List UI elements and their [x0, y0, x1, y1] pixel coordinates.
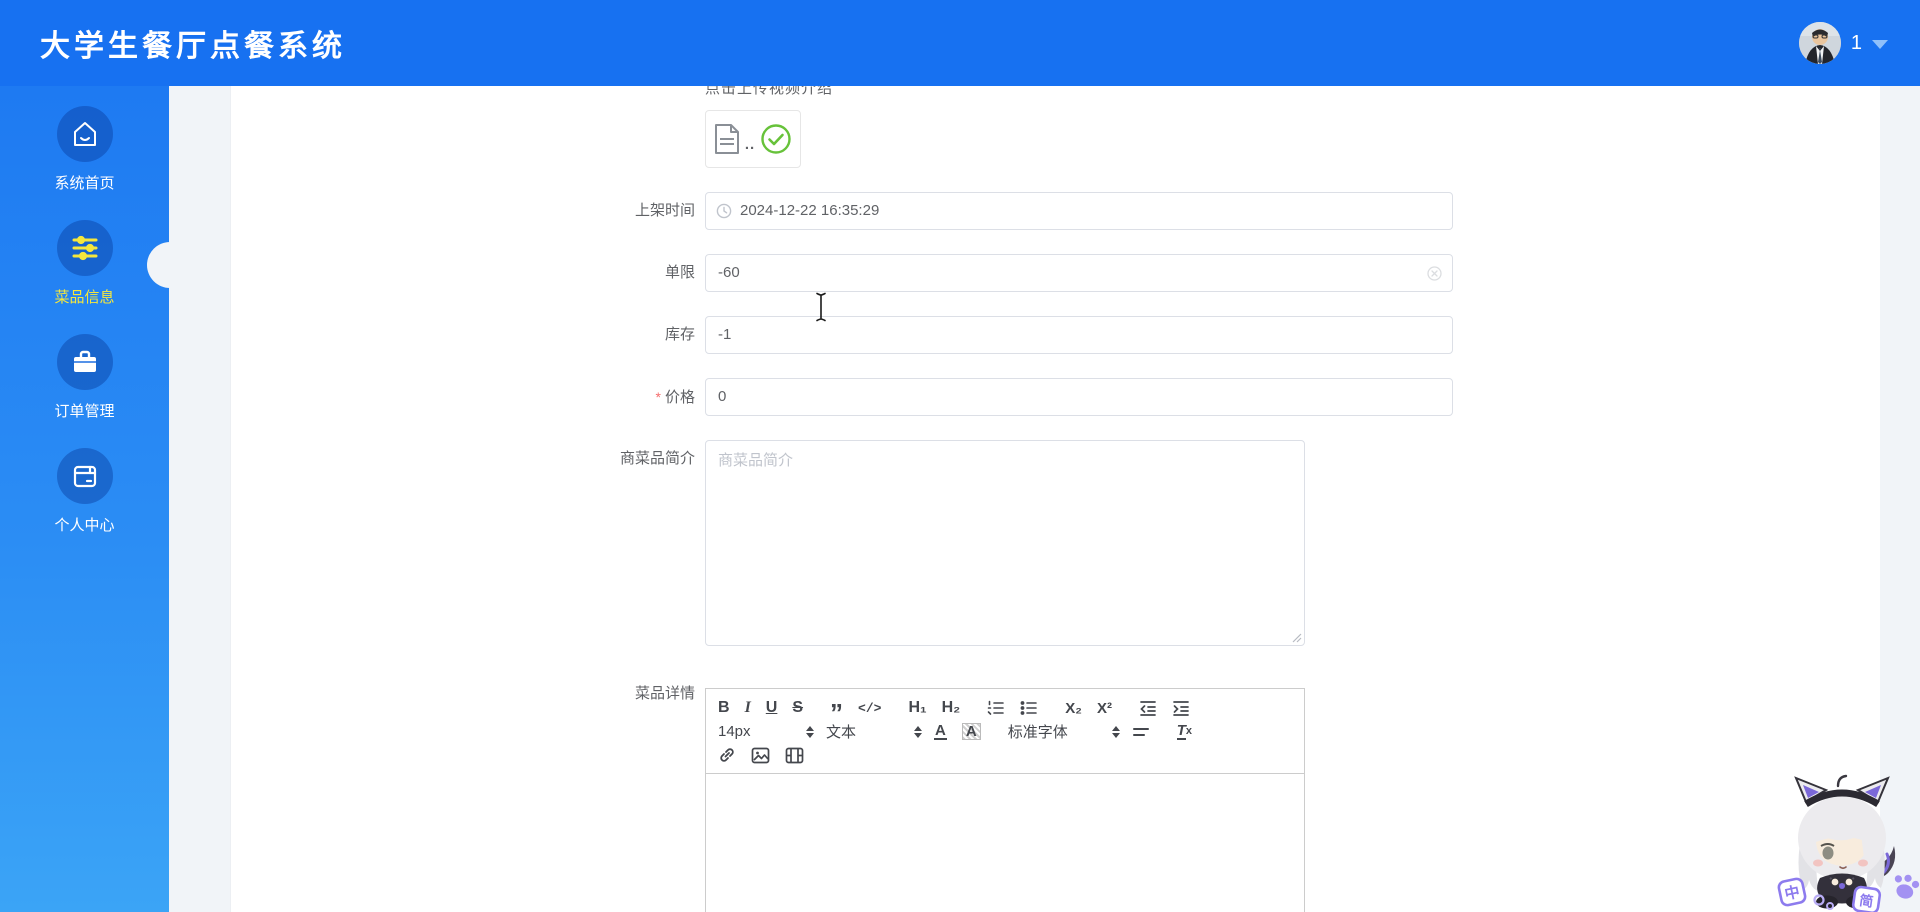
intro-textarea[interactable]: 商菜品简介	[705, 440, 1305, 646]
toolbar-row-1: B I U S ” </> H₁ H₂ X₂ X²	[718, 696, 1292, 726]
toolbar-row-3	[718, 744, 1292, 768]
updown-arrows-icon	[914, 725, 922, 738]
sidebar-item-home[interactable]: 系统首页	[0, 106, 169, 193]
price-input[interactable]: 0	[705, 378, 1453, 416]
toolbar-row-2: 14px 文本 A A 标准字体 T x	[718, 720, 1292, 744]
font-family-select[interactable]: 标准字体	[1008, 721, 1120, 742]
file-icon	[714, 124, 739, 154]
unit-limit-value: -60	[718, 264, 740, 281]
shelf-time-value: 2024-12-22 16:35:29	[740, 202, 880, 219]
mascot-sticker-zhong: 中	[1777, 877, 1807, 907]
underline-button[interactable]: U	[766, 700, 778, 716]
field-label-stock: 库存	[664, 326, 695, 343]
file-name-truncated: ..	[744, 135, 756, 153]
field-label-price: * 价格	[655, 389, 695, 406]
unit-limit-input[interactable]: -60	[705, 254, 1453, 292]
sidebar-item-label: 订单管理	[54, 403, 115, 420]
field-label-shelf-time: 上架时间	[634, 202, 695, 219]
clock-icon	[716, 203, 732, 219]
avatar[interactable]	[1798, 22, 1841, 64]
detail-editor: B I U S ” </> H₁ H₂ X₂ X² 14px 文本 A A 标准…	[705, 688, 1305, 912]
avatar-image	[1798, 22, 1841, 64]
superscript-button[interactable]: X²	[1097, 701, 1112, 716]
mascot-widget[interactable]: 中 简	[1770, 770, 1920, 912]
editor-toolbar: B I U S ” </> H₁ H₂ X₂ X² 14px 文本 A A 标准…	[705, 688, 1305, 774]
success-check-icon	[761, 124, 791, 154]
app-title: 大学生餐厅点餐系统	[40, 30, 346, 63]
field-label-unit-limit: 单限	[664, 264, 695, 281]
sidebar-item-dishes[interactable]: 菜品信息	[0, 220, 169, 307]
clear-format-button[interactable]: Tx	[1176, 723, 1192, 741]
shelf-time-input[interactable]: 2024-12-22 16:35:29	[705, 192, 1453, 230]
header-user-area[interactable]: 1	[1798, 0, 1888, 86]
italic-button[interactable]: I	[745, 700, 751, 716]
updown-arrows-icon	[806, 725, 814, 738]
editor-content-area[interactable]	[705, 774, 1305, 912]
text-cursor-pointer	[816, 292, 826, 322]
strikethrough-button[interactable]: S	[792, 700, 803, 716]
sidebar-item-orders[interactable]: 订单管理	[0, 334, 169, 421]
updown-arrows-icon	[1111, 725, 1120, 738]
svg-text:简: 简	[1858, 892, 1874, 910]
text-type-select[interactable]: 文本	[826, 721, 922, 742]
field-label-intro: 商菜品简介	[619, 450, 695, 467]
link-button[interactable]	[718, 746, 736, 764]
app-header: 大学生餐厅点餐系统 1	[0, 0, 1920, 86]
video-button[interactable]	[785, 747, 804, 764]
required-asterisk: *	[655, 389, 661, 405]
image-button[interactable]	[751, 747, 770, 764]
dish-edit-form: 点击上传视频介绍 .. 上架时间 2024-12-22 16:35:29 单限 …	[230, 86, 1880, 912]
field-label-detail: 菜品详情	[634, 685, 695, 702]
stock-value: -1	[718, 326, 732, 343]
ordered-list-button[interactable]	[987, 699, 1005, 717]
align-button[interactable]	[1132, 724, 1150, 740]
resize-grip-icon[interactable]	[1290, 631, 1302, 643]
bullet-list-button[interactable]	[1020, 699, 1038, 717]
clear-input-icon[interactable]	[1427, 266, 1442, 281]
intro-placeholder: 商菜品简介	[718, 452, 794, 469]
user-badge: 1	[1850, 31, 1862, 54]
font-size-select[interactable]: 14px	[718, 723, 814, 740]
subscript-button[interactable]: X₂	[1065, 701, 1082, 716]
background-color-button[interactable]: A	[961, 723, 981, 741]
mascot-sticker-jian: 简	[1851, 885, 1882, 912]
mascot-paw-icon	[1894, 874, 1920, 899]
chevron-down-icon[interactable]	[1872, 40, 1888, 49]
outdent-button[interactable]	[1139, 699, 1157, 717]
code-block-button[interactable]: </>	[858, 702, 881, 715]
home-icon	[56, 106, 113, 162]
sidebar-item-profile[interactable]: 个人中心	[0, 448, 169, 535]
video-upload-box[interactable]: ..	[705, 110, 801, 168]
sidebar-item-label: 个人中心	[54, 517, 115, 534]
indent-button[interactable]	[1172, 699, 1190, 717]
briefcase-icon	[56, 334, 113, 390]
text-color-button[interactable]: A	[934, 723, 947, 741]
sidebar: 系统首页 菜品信息 订单管理 个人中心	[0, 86, 193, 912]
heading2-button[interactable]: H₂	[942, 700, 961, 716]
sidebar-item-label: 菜品信息	[54, 289, 115, 306]
price-value: 0	[718, 388, 727, 405]
id-card-icon	[56, 448, 113, 504]
upload-section-label-clipped: 点击上传视频介绍	[705, 86, 834, 96]
sidebar-item-label: 系统首页	[54, 175, 115, 192]
bold-button[interactable]: B	[718, 700, 730, 716]
heading1-button[interactable]: H₁	[908, 700, 926, 716]
sliders-icon	[56, 220, 113, 276]
